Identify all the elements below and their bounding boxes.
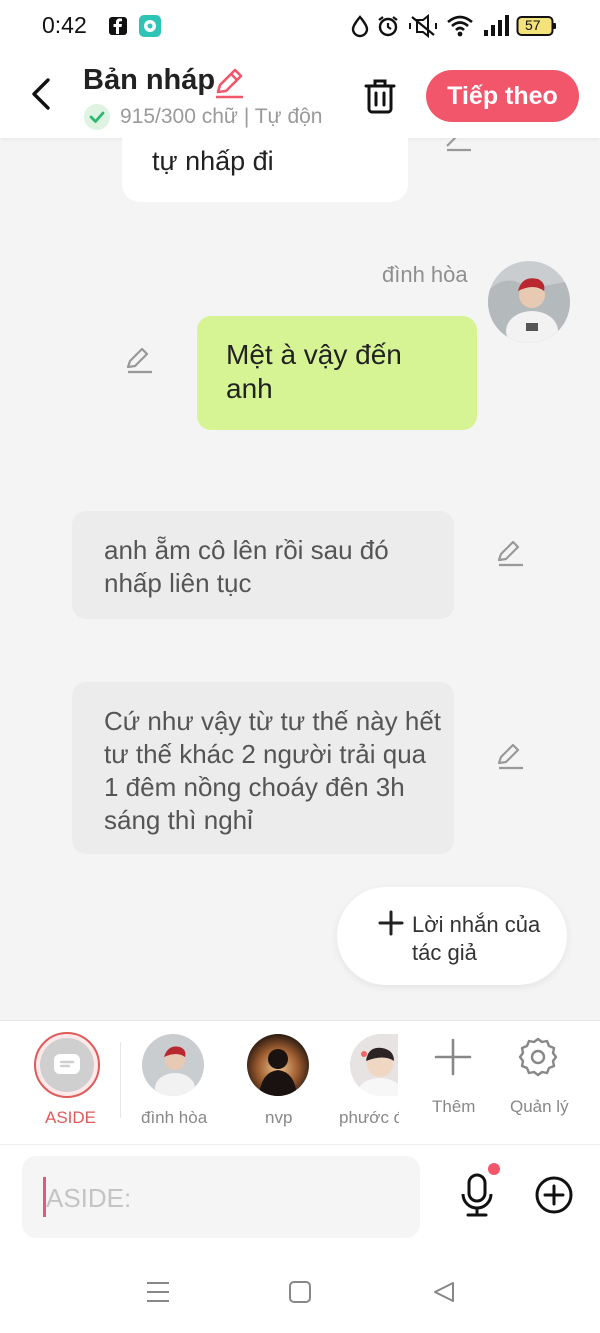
- status-time: 0:42: [42, 12, 87, 38]
- nav-back-icon[interactable]: [432, 1280, 456, 1304]
- character-label: nvp: [265, 1108, 293, 1127]
- character-nvp[interactable]: [247, 1034, 309, 1096]
- chat-app-icon: [139, 15, 161, 37]
- trash-icon[interactable]: [360, 76, 400, 116]
- water-drop-icon: [351, 15, 369, 38]
- alarm-icon: [378, 16, 398, 37]
- add-character-icon[interactable]: [434, 1038, 472, 1076]
- aside-icon: [54, 1054, 80, 1074]
- avatar-dinh-hoa[interactable]: [488, 261, 570, 343]
- character-dinh-hoa[interactable]: [142, 1034, 204, 1096]
- next-button[interactable]: Tiếp theo: [426, 70, 579, 122]
- message-text: tự nhấp đi: [152, 146, 274, 176]
- edit-message-icon[interactable]: [495, 741, 525, 771]
- author-note-label: Lời nhắn của tác giả: [412, 912, 541, 965]
- divider: [120, 1042, 121, 1118]
- status-bar: [0, 0, 600, 54]
- avatar-image: [488, 261, 570, 343]
- home-icon[interactable]: [288, 1280, 312, 1304]
- plus-icon: [378, 910, 404, 936]
- message-text: anh ẵm cô lên rồi sau đó nhấp liên tục: [104, 535, 389, 598]
- avatar-image: [142, 1034, 204, 1096]
- microphone-icon[interactable]: [457, 1172, 497, 1218]
- word-count: 915/300 chữ | Tự độn: [120, 105, 323, 128]
- input-placeholder: ASIDE:: [46, 1183, 132, 1213]
- edit-message-icon[interactable]: [124, 345, 154, 375]
- check-circle-icon: [84, 104, 110, 130]
- character-label: đình hòa: [141, 1108, 208, 1127]
- edit-message-icon[interactable]: [495, 538, 525, 568]
- add-character-label[interactable]: Thêm: [432, 1097, 475, 1117]
- edit-title-icon[interactable]: [212, 66, 246, 100]
- author-name: đình hòa: [382, 262, 468, 287]
- notification-dot: [488, 1163, 500, 1175]
- character-label: phước đ: [339, 1108, 399, 1127]
- manage-label[interactable]: Quản lý: [510, 1097, 569, 1117]
- page-title: Bản nháp: [83, 64, 216, 96]
- facebook-icon: [109, 17, 127, 35]
- battery-level: 57: [525, 17, 541, 33]
- mute-vibrate-icon: [409, 14, 437, 38]
- signal-icon: [484, 15, 509, 36]
- gear-icon[interactable]: [517, 1036, 559, 1078]
- plus-circle-icon[interactable]: [534, 1175, 574, 1215]
- message-text: Cứ như vậy từ tư thế này hết tư thế khác…: [104, 706, 441, 835]
- avatar-image: [247, 1034, 309, 1096]
- message-text: Mệt à vậy đến anh: [226, 339, 402, 404]
- character-label: ASIDE: [45, 1108, 97, 1127]
- wifi-icon: [447, 15, 473, 37]
- back-arrow-icon[interactable]: [26, 74, 58, 114]
- recent-apps-icon[interactable]: [145, 1280, 171, 1304]
